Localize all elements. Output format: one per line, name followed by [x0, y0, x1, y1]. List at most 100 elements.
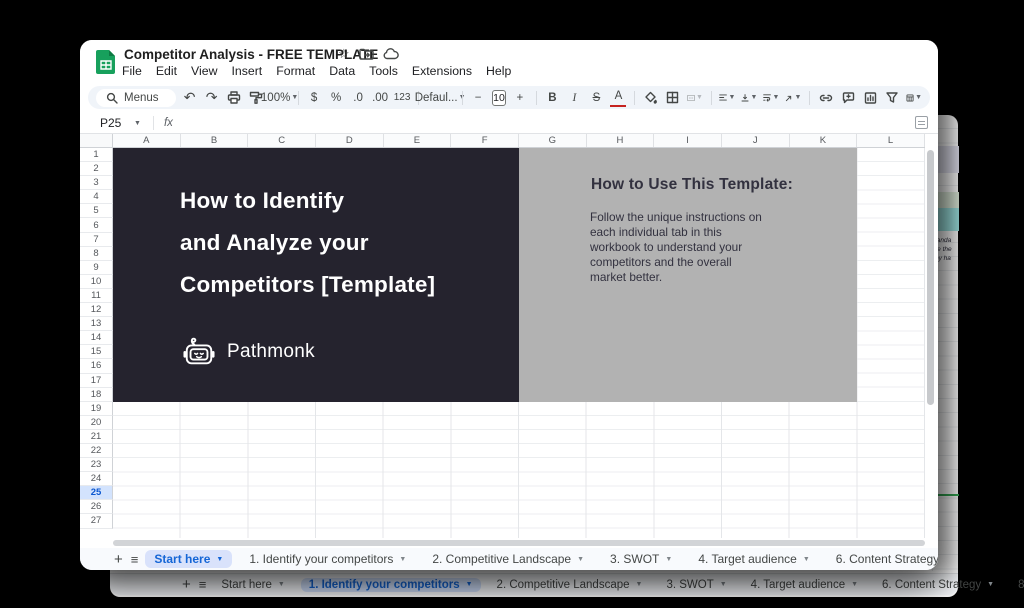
row-header-7[interactable]: 7 — [80, 233, 113, 247]
row-header-22[interactable]: 22 — [80, 444, 113, 458]
chevron-down-icon[interactable]: ▼ — [851, 581, 858, 588]
all-sheets-button[interactable]: ≡ — [199, 577, 206, 592]
add-sheet-button[interactable]: + — [114, 551, 123, 568]
row-header-21[interactable]: 21 — [80, 430, 113, 444]
column-header-B[interactable]: B — [181, 134, 249, 147]
horizontal-align-button[interactable]: ▼ — [719, 89, 735, 107]
insert-link-button[interactable] — [818, 89, 834, 107]
row-header-16[interactable]: 16 — [80, 359, 113, 373]
row-header-9[interactable]: 9 — [80, 261, 113, 275]
sheet-tab-2[interactable]: 1. Identify your competitors▼ — [240, 550, 415, 568]
sheet-tab-5[interactable]: 4. Target audience▼ — [743, 578, 866, 592]
text-color-button[interactable]: A — [610, 89, 626, 107]
sheet-tab-1[interactable]: Start here▼ — [145, 550, 232, 568]
borders-button[interactable] — [665, 89, 681, 107]
row-header-13[interactable]: 13 — [80, 317, 113, 331]
font-select[interactable]: Defaul...▼ — [427, 89, 454, 107]
vertical-align-button[interactable]: ▼ — [741, 89, 757, 107]
zoom-select[interactable]: 100%▼ — [270, 89, 290, 107]
column-header-F[interactable]: F — [451, 134, 519, 147]
text-wrap-button[interactable]: ▼ — [763, 89, 779, 107]
chevron-down-icon[interactable]: ▼ — [278, 581, 285, 588]
column-header-D[interactable]: D — [316, 134, 384, 147]
print-button[interactable] — [226, 89, 242, 107]
row-header-1[interactable]: 1 — [80, 148, 113, 162]
select-all-corner[interactable] — [80, 134, 113, 147]
fill-color-button[interactable] — [643, 89, 659, 107]
menus-search[interactable]: Menus — [96, 89, 176, 107]
insert-comment-button[interactable] — [840, 89, 856, 107]
row-header-24[interactable]: 24 — [80, 472, 113, 486]
sheet-tab-1[interactable]: Start here▼ — [213, 578, 292, 592]
column-header-A[interactable]: A — [113, 134, 181, 147]
column-header-J[interactable]: J — [722, 134, 790, 147]
sheet-tab-7[interactable]: 8. More▼ — [1010, 578, 1024, 592]
format-currency-button[interactable]: $ — [306, 89, 322, 107]
table-views-button[interactable]: ▼ — [906, 89, 922, 107]
create-filter-button[interactable] — [884, 89, 900, 107]
sheets-logo-icon[interactable] — [94, 49, 118, 75]
column-header-K[interactable]: K — [790, 134, 858, 147]
row-header-17[interactable]: 17 — [80, 374, 113, 388]
sheet-tab-3[interactable]: 2. Competitive Landscape▼ — [489, 578, 651, 592]
font-size-input[interactable]: 10 — [492, 90, 506, 106]
merge-cells-button[interactable]: ▼ — [687, 89, 703, 107]
menu-edit[interactable]: Edit — [156, 64, 177, 78]
row-header-19[interactable]: 19 — [80, 402, 113, 416]
menu-data[interactable]: Data — [329, 64, 355, 78]
strikethrough-button[interactable]: S — [588, 89, 604, 107]
chevron-down-icon[interactable]: ▼ — [636, 581, 643, 588]
column-header-C[interactable]: C — [248, 134, 316, 147]
chevron-down-icon[interactable]: ▼ — [803, 556, 810, 563]
sheet-tab-2[interactable]: 1. Identify your competitors▼ — [301, 578, 481, 592]
column-header-H[interactable]: H — [587, 134, 655, 147]
row-header-8[interactable]: 8 — [80, 247, 113, 261]
row-header-10[interactable]: 10 — [80, 275, 113, 289]
sheet-tab-5[interactable]: 4. Target audience▼ — [689, 550, 818, 568]
column-header-L[interactable]: L — [857, 134, 925, 147]
text-rotation-button[interactable]: ▼ — [785, 89, 801, 107]
row-header-6[interactable]: 6 — [80, 218, 113, 232]
name-box[interactable]: P25 — [100, 116, 134, 130]
decrease-decimal-button[interactable]: .0 — [350, 89, 366, 107]
menu-view[interactable]: View — [191, 64, 217, 78]
row-header-3[interactable]: 3 — [80, 176, 113, 190]
move-folder-icon[interactable] — [359, 48, 374, 60]
format-percent-button[interactable]: % — [328, 89, 344, 107]
menu-file[interactable]: File — [122, 64, 142, 78]
column-header-E[interactable]: E — [384, 134, 452, 147]
add-sheet-button[interactable]: + — [182, 576, 191, 593]
row-header-20[interactable]: 20 — [80, 416, 113, 430]
all-sheets-button[interactable]: ≡ — [131, 552, 138, 567]
row-header-23[interactable]: 23 — [80, 458, 113, 472]
insert-chart-button[interactable] — [862, 89, 878, 107]
sheet-tab-4[interactable]: 3. SWOT▼ — [601, 550, 681, 568]
menu-format[interactable]: Format — [276, 64, 315, 78]
increase-font-button[interactable]: + — [512, 89, 528, 107]
name-box-dropdown[interactable]: ▼ — [134, 120, 141, 127]
row-header-14[interactable]: 14 — [80, 331, 113, 345]
italic-button[interactable]: I — [566, 89, 582, 107]
row-header-27[interactable]: 27 — [80, 514, 113, 528]
undo-button[interactable]: ↶ — [182, 89, 198, 107]
chevron-down-icon[interactable]: ▼ — [399, 556, 406, 563]
side-panel-icon[interactable] — [915, 116, 928, 129]
menu-insert[interactable]: Insert — [231, 64, 262, 78]
chevron-down-icon[interactable]: ▼ — [665, 556, 672, 563]
chevron-down-icon[interactable]: ▼ — [720, 581, 727, 588]
chevron-down-icon[interactable]: ▼ — [466, 581, 473, 588]
bold-button[interactable]: B — [544, 89, 560, 107]
row-header-25[interactable]: 25 — [80, 486, 113, 500]
sheet-tab-6[interactable]: 6. Content Strategy▼ — [874, 578, 1002, 592]
row-header-12[interactable]: 12 — [80, 303, 113, 317]
row-header-15[interactable]: 15 — [80, 345, 113, 359]
row-header-26[interactable]: 26 — [80, 500, 113, 514]
row-header-5[interactable]: 5 — [80, 204, 113, 218]
increase-decimal-button[interactable]: .00 — [372, 89, 388, 107]
horizontal-scrollbar[interactable] — [113, 540, 925, 546]
number-format-button[interactable]: 123 — [394, 89, 410, 107]
row-header-18[interactable]: 18 — [80, 388, 113, 402]
sheet-tab-6[interactable]: 6. Content Strategy▼ — [827, 550, 938, 568]
menu-extensions[interactable]: Extensions — [412, 64, 472, 78]
column-header-G[interactable]: G — [519, 134, 587, 147]
